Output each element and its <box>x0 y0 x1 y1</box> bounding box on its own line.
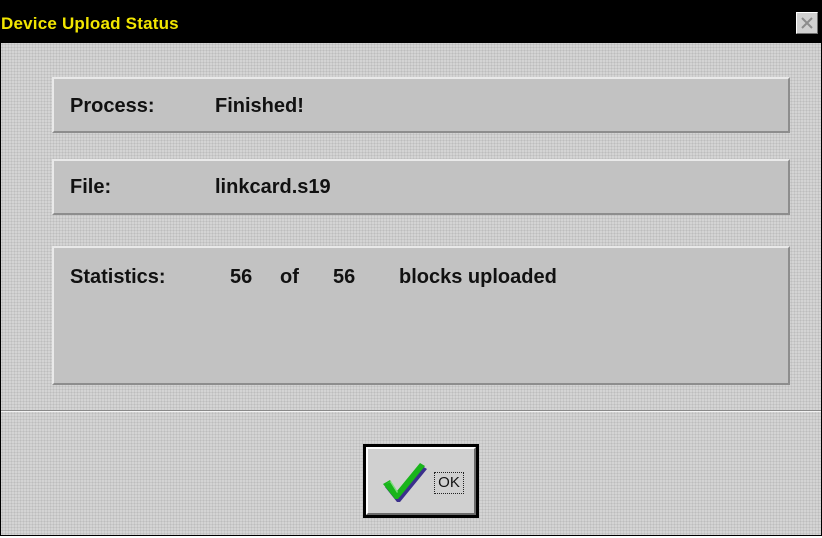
file-panel: File: linkcard.s19 <box>52 159 790 215</box>
checkmark-icon <box>383 463 427 502</box>
close-button[interactable] <box>796 12 818 34</box>
process-value: Finished! <box>215 95 304 117</box>
process-label: Process: <box>70 95 155 117</box>
close-icon <box>801 17 813 29</box>
ok-label: OK <box>434 472 464 494</box>
statistics-label: Statistics: <box>70 266 166 288</box>
separator <box>1 410 821 412</box>
statistics-panel: Statistics: 56 of 56 blocks uploaded <box>52 246 790 385</box>
file-value: linkcard.s19 <box>215 176 331 198</box>
title-bar: Device Upload Status <box>1 1 821 43</box>
process-panel: Process: Finished! <box>52 77 790 133</box>
device-upload-status-dialog: Device Upload Status Process: Finished! … <box>0 0 822 536</box>
file-label: File: <box>70 176 112 198</box>
total-count: 56 <box>333 266 356 288</box>
blocks-uploaded-text: blocks uploaded <box>399 266 557 288</box>
ok-button[interactable]: OK <box>363 444 479 518</box>
uploaded-count: 56 <box>230 266 253 288</box>
window-title: Device Upload Status <box>1 14 179 33</box>
of-text: of <box>280 266 299 288</box>
